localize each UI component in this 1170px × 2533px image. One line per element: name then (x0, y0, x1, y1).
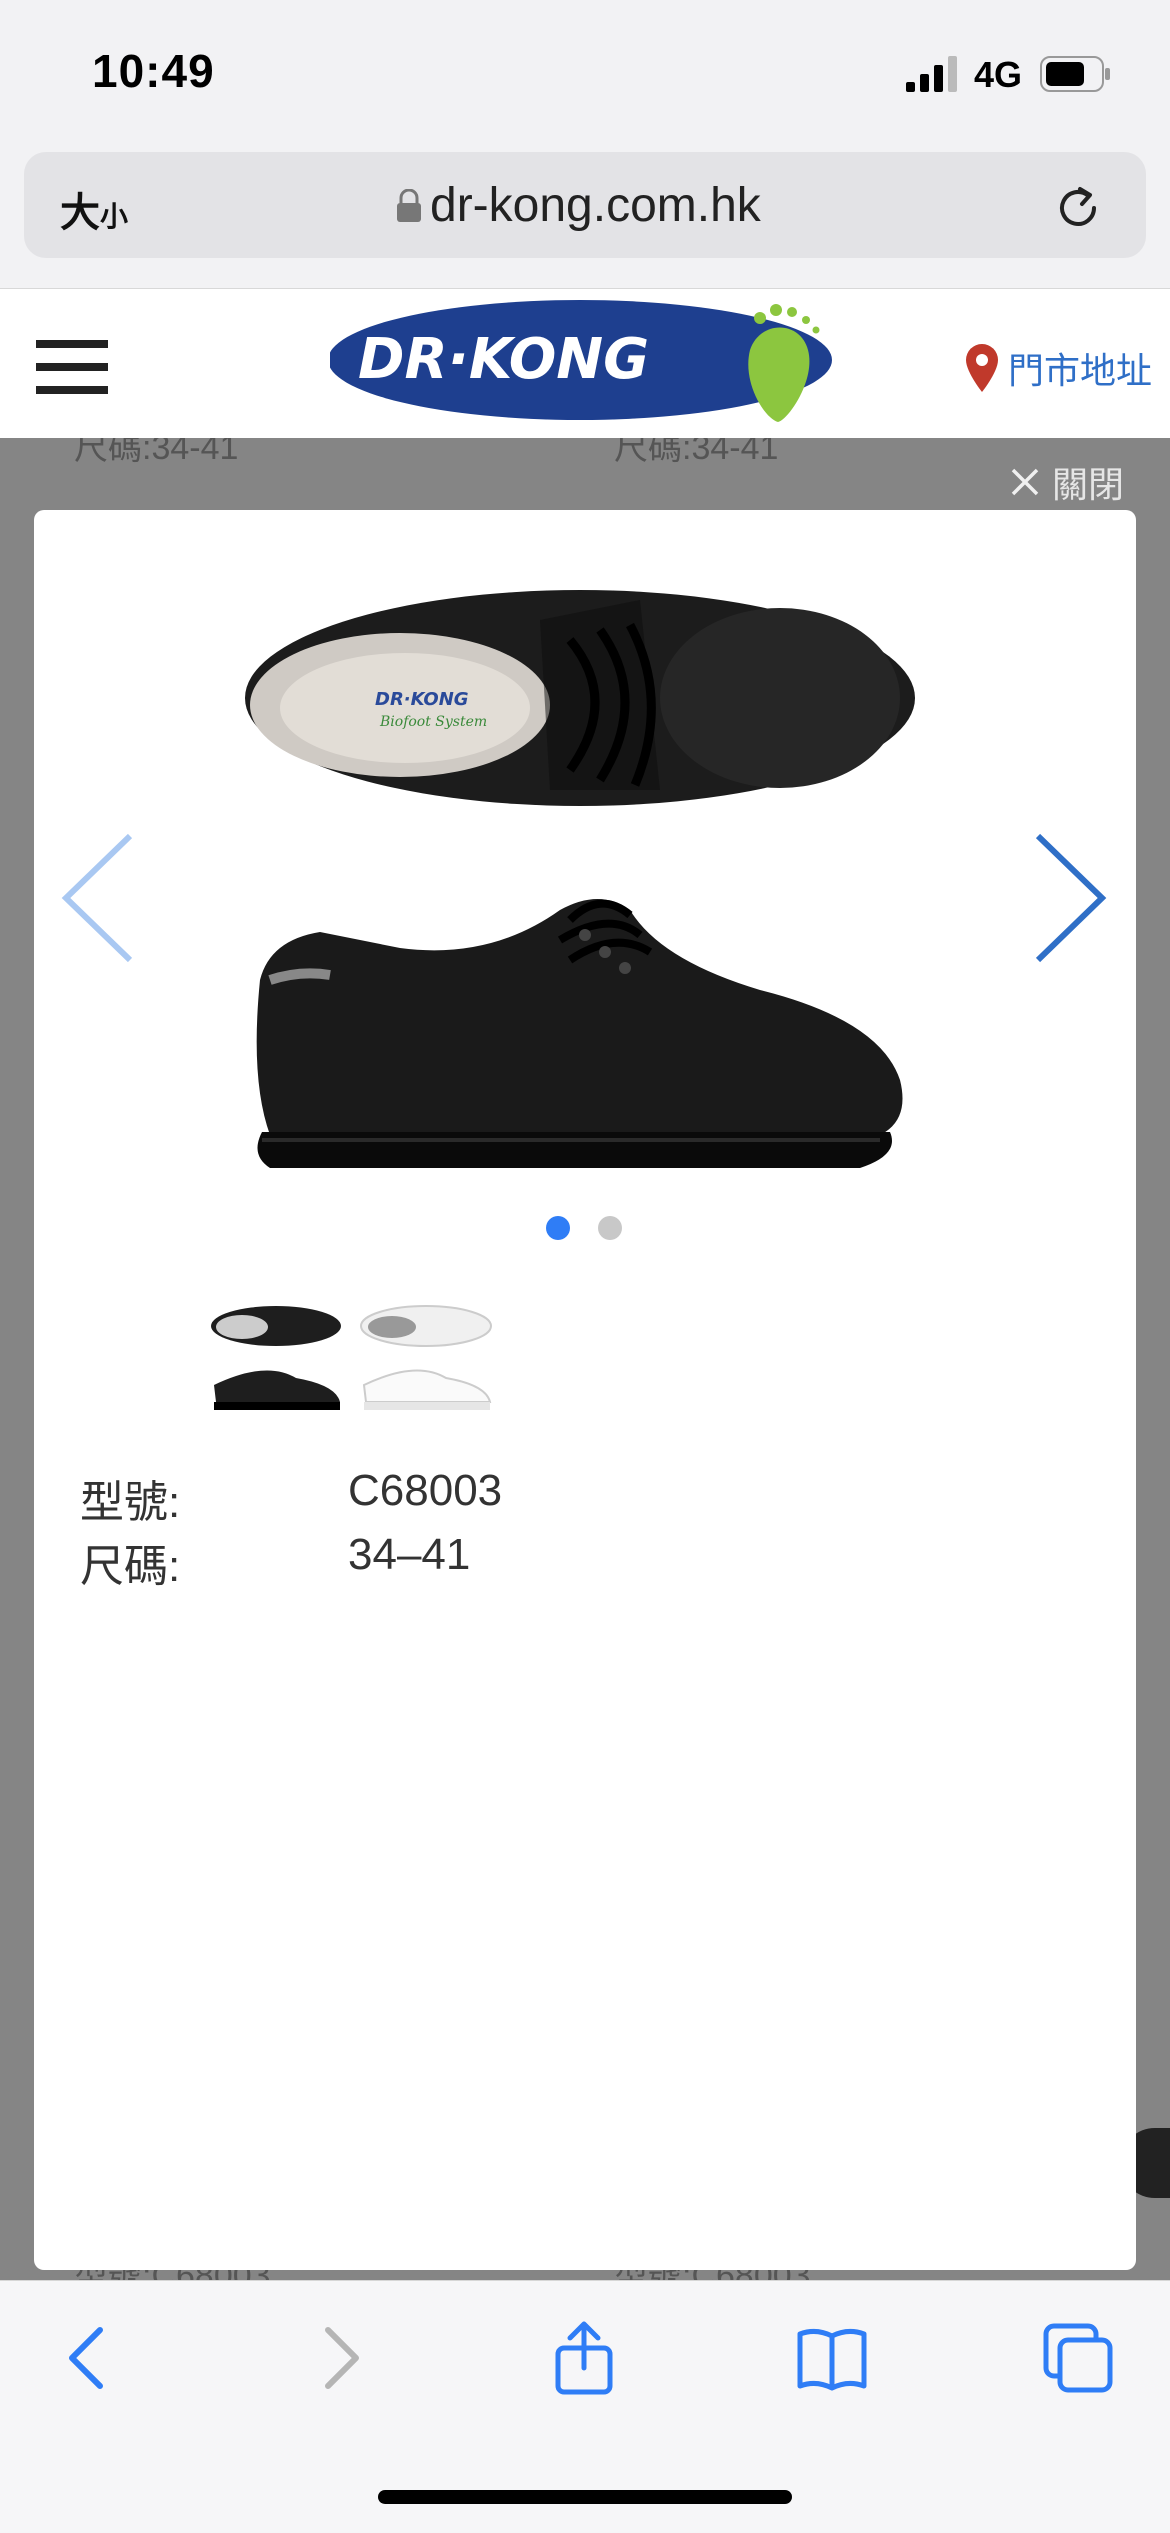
store-locator-label: 門市地址 (1008, 350, 1153, 391)
lock-icon (397, 188, 421, 222)
home-indicator[interactable] (378, 2490, 792, 2504)
forward-icon[interactable] (302, 2320, 378, 2396)
url-text: dr-kong.com.hk (430, 179, 761, 232)
close-icon (1011, 468, 1039, 496)
insole-brand-subtext: Biofoot System (379, 714, 487, 730)
signal-icon (906, 56, 957, 92)
text-size-large: 大 (60, 191, 100, 235)
share-icon[interactable] (546, 2320, 622, 2396)
text-size-button[interactable]: 大小 (60, 180, 128, 238)
carousel-prev-arrow[interactable] (58, 830, 138, 966)
close-label: 關閉 (1052, 464, 1125, 505)
spec-model-value: C68003 (348, 1466, 503, 1515)
dr-kong-logo[interactable]: DR·KONG (330, 300, 838, 426)
insole-brand-text: DR·KONG (375, 689, 469, 710)
carousel-next-arrow[interactable] (1030, 830, 1110, 966)
bg-size-right: 尺碼:34-41 (614, 438, 779, 467)
back-icon[interactable] (50, 2320, 126, 2396)
logo-text: DR·KONG (358, 327, 649, 392)
location-pin-icon (966, 344, 998, 392)
bookmarks-icon[interactable] (794, 2320, 870, 2396)
network-label: 4G (974, 54, 1023, 95)
spec-size-label: 尺碼: (80, 1542, 181, 1591)
bg-size-left: 尺碼:34-41 (74, 438, 239, 467)
close-button[interactable]: 關閉 (1010, 456, 1124, 508)
battery-icon (1040, 56, 1110, 92)
status-time: 10:49 (92, 45, 215, 97)
store-locator-link[interactable]: 門市地址 (966, 342, 1152, 394)
carousel-dot-1[interactable] (546, 1216, 570, 1240)
status-bar: 10:49 4G (0, 0, 1170, 150)
thumbnail-white[interactable] (356, 1290, 496, 1430)
spec-model-label: 型號: (80, 1478, 181, 1527)
text-size-small: 小 (100, 201, 129, 232)
spec-size-value: 34–41 (348, 1530, 471, 1579)
thumbnail-black[interactable] (206, 1290, 346, 1430)
product-image: DR·KONG Biofoot System (245, 590, 915, 1168)
url-display[interactable]: dr-kong.com.hk (396, 178, 761, 233)
carousel-dot-2[interactable] (598, 1216, 622, 1240)
tabs-icon[interactable] (1040, 2320, 1116, 2396)
menu-icon[interactable] (36, 340, 108, 394)
reload-icon[interactable] (1050, 180, 1106, 236)
